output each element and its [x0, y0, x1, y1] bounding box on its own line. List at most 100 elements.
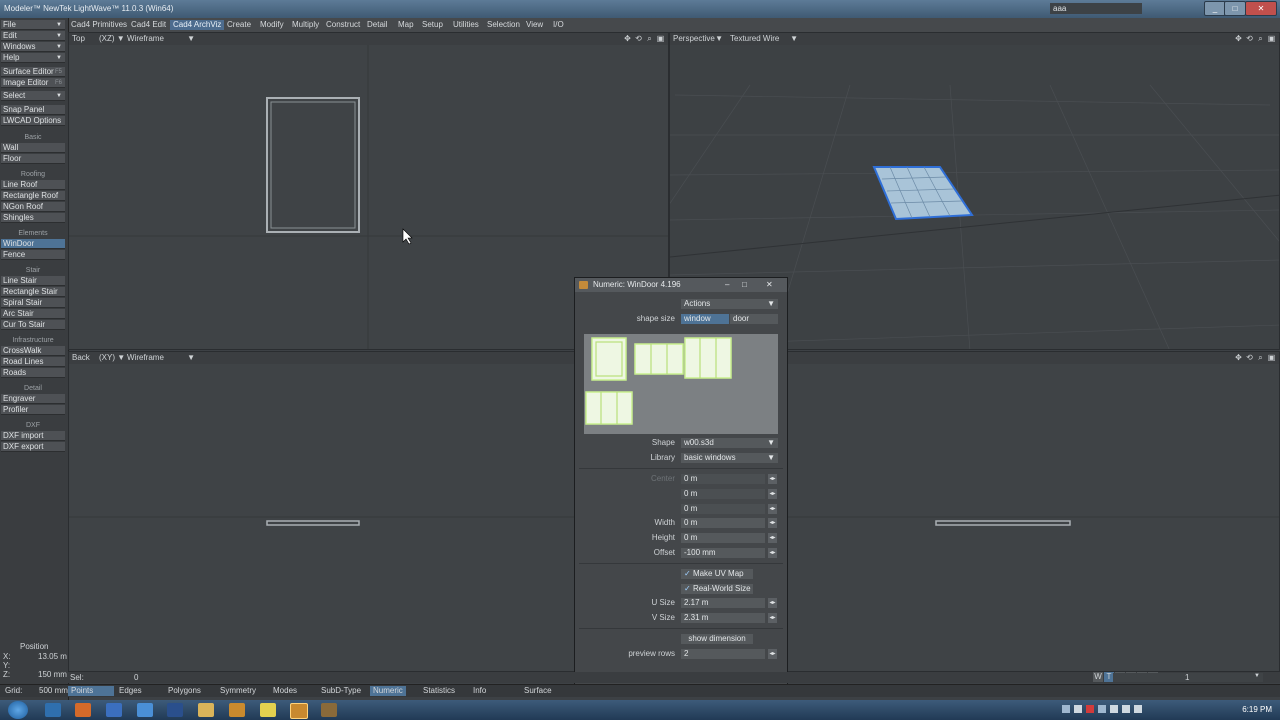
- profiler-button[interactable]: Profiler: [1, 405, 65, 415]
- zoom-icon[interactable]: ⌕: [1256, 34, 1265, 43]
- lwcad-options-button[interactable]: LWCAD Options: [1, 116, 65, 126]
- menu-file[interactable]: File ▼: [1, 20, 65, 30]
- spin-arrows-icon[interactable]: ◂▸: [768, 474, 777, 484]
- u-size-field[interactable]: 2.17 m: [681, 598, 765, 608]
- tab-detail[interactable]: Detail: [364, 20, 390, 30]
- menu-help[interactable]: Help ▼: [1, 53, 65, 63]
- fence-button[interactable]: Fence: [1, 250, 65, 260]
- crosswalk-button[interactable]: CrossWalk: [1, 346, 65, 356]
- menu-edit[interactable]: Edit ▼: [1, 31, 65, 41]
- center-y-field[interactable]: 0 m: [681, 489, 765, 499]
- actions-dropdown[interactable]: Actions ▼: [681, 299, 778, 309]
- image-editor-button[interactable]: Image Editor F6: [1, 78, 65, 88]
- rectangle-roof-button[interactable]: Rectangle Roof: [1, 191, 65, 201]
- firefox-icon[interactable]: [75, 703, 91, 717]
- spin-arrows-icon[interactable]: ◂▸: [768, 548, 777, 558]
- offset-field[interactable]: -100 mm: [681, 548, 765, 558]
- spin-arrows-icon[interactable]: ◂▸: [768, 613, 777, 623]
- window-thumbnail[interactable]: [591, 337, 627, 381]
- tab-construct[interactable]: Construct: [323, 20, 363, 30]
- tab-io[interactable]: I/O: [550, 20, 567, 30]
- window-thumbnail[interactable]: [684, 337, 732, 379]
- library-dropdown[interactable]: basic windows ▼: [681, 453, 778, 463]
- restore-icon[interactable]: □: [742, 278, 747, 292]
- app-icon[interactable]: [106, 703, 122, 717]
- numeric-button[interactable]: Numeric: [370, 686, 406, 696]
- shape-dropdown[interactable]: w00.s3d ▼: [681, 438, 778, 448]
- start-button-icon[interactable]: [8, 701, 28, 719]
- ie-icon[interactable]: [45, 703, 61, 717]
- v-size-field[interactable]: 2.31 m: [681, 613, 765, 623]
- zoom-icon[interactable]: ⌕: [645, 34, 654, 43]
- points-mode-button[interactable]: Points: [68, 686, 114, 696]
- make-uv-map-checkbox[interactable]: ✓ Make UV Map: [681, 569, 753, 579]
- floor-button[interactable]: Floor: [1, 154, 65, 164]
- spiral-stair-button[interactable]: Spiral Stair: [1, 298, 65, 308]
- close-icon[interactable]: ✕: [766, 278, 773, 292]
- clock[interactable]: 6:19 PM: [1242, 705, 1272, 714]
- real-world-size-checkbox[interactable]: ✓ Real-World Size: [681, 584, 753, 594]
- spin-arrows-icon[interactable]: ◂▸: [768, 598, 777, 608]
- view-type-dropdown[interactable]: Back: [72, 353, 90, 363]
- tab-map[interactable]: Map: [395, 20, 417, 30]
- wall-button[interactable]: Wall: [1, 143, 65, 153]
- minimize-icon[interactable]: –: [725, 278, 729, 292]
- rectangle-stair-button[interactable]: Rectangle Stair: [1, 287, 65, 297]
- dialog-title-bar[interactable]: Numeric: WinDoor 4.196 – □ ✕: [575, 278, 787, 292]
- tab-cad4-primitives[interactable]: Cad4 Primitives: [68, 20, 130, 30]
- window-thumbnail[interactable]: [585, 391, 633, 425]
- shingles-button[interactable]: Shingles: [1, 213, 65, 223]
- move-icon[interactable]: ✥: [1234, 353, 1243, 362]
- tab-create[interactable]: Create: [224, 20, 254, 30]
- info-button[interactable]: Info: [470, 686, 489, 696]
- roads-button[interactable]: Roads: [1, 368, 65, 378]
- arc-stair-button[interactable]: Arc Stair: [1, 309, 65, 319]
- tray-icon[interactable]: [1062, 705, 1070, 713]
- line-roof-button[interactable]: Line Roof: [1, 180, 65, 190]
- height-field[interactable]: 0 m: [681, 533, 765, 543]
- volume-icon[interactable]: [1134, 705, 1142, 713]
- tab-modify[interactable]: Modify: [257, 20, 287, 30]
- rotate-icon[interactable]: ⟲: [1245, 34, 1254, 43]
- tray-icon[interactable]: [1098, 705, 1106, 713]
- engraver-button[interactable]: Engraver: [1, 394, 65, 404]
- network-icon[interactable]: [1122, 705, 1130, 713]
- axes-dropdown[interactable]: (XY) ▼: [99, 353, 125, 363]
- app-icon[interactable]: [260, 703, 276, 717]
- close-button[interactable]: ✕: [1245, 1, 1277, 16]
- view-type-dropdown[interactable]: Perspective ▼: [673, 34, 723, 44]
- tab-cad4-archviz[interactable]: Cad4 ArchViz: [170, 20, 225, 30]
- dxf-export-button[interactable]: DXF export: [1, 442, 65, 452]
- windoor-button[interactable]: WinDoor: [1, 239, 65, 249]
- maximize-viewport-icon[interactable]: ▣: [656, 34, 665, 43]
- snap-panel-button[interactable]: Snap Panel: [1, 105, 65, 115]
- tray-icon[interactable]: [1110, 705, 1118, 713]
- search-field[interactable]: aaa: [1050, 3, 1142, 14]
- move-icon[interactable]: ✥: [1234, 34, 1243, 43]
- preview-rows-field[interactable]: 2: [681, 649, 765, 659]
- spin-arrows-icon[interactable]: ◂▸: [768, 504, 777, 514]
- line-stair-button[interactable]: Line Stair: [1, 276, 65, 286]
- polygons-mode-button[interactable]: Polygons: [165, 686, 204, 696]
- zoom-icon[interactable]: ⌕: [1256, 353, 1265, 362]
- spin-arrows-icon[interactable]: ◂▸: [768, 489, 777, 499]
- move-icon[interactable]: ✥: [623, 34, 632, 43]
- render-mode-dropdown[interactable]: Wireframe ▼: [127, 353, 195, 363]
- shape-preview-grid[interactable]: [584, 334, 778, 434]
- cur-to-stair-button[interactable]: Cur To Stair: [1, 320, 65, 330]
- minimize-button[interactable]: _: [1204, 1, 1226, 16]
- menu-windows[interactable]: Windows ▼: [1, 42, 65, 52]
- spin-arrows-icon[interactable]: ◂▸: [768, 518, 777, 528]
- app-icon[interactable]: [229, 703, 245, 717]
- tab-multiply[interactable]: Multiply: [289, 20, 322, 30]
- app-icon[interactable]: [137, 703, 153, 717]
- ngon-roof-button[interactable]: NGon Roof: [1, 202, 65, 212]
- center-z-field[interactable]: 0 m: [681, 504, 765, 514]
- edges-mode-button[interactable]: Edges: [116, 686, 145, 696]
- maximize-viewport-icon[interactable]: ▣: [1267, 353, 1276, 362]
- spin-arrows-icon[interactable]: ◂▸: [768, 533, 777, 543]
- tab-setup[interactable]: Setup: [419, 20, 446, 30]
- tab-view[interactable]: View: [523, 20, 546, 30]
- subd-type-dropdown[interactable]: SubD-Type: [318, 686, 364, 696]
- app-icon[interactable]: [321, 703, 337, 717]
